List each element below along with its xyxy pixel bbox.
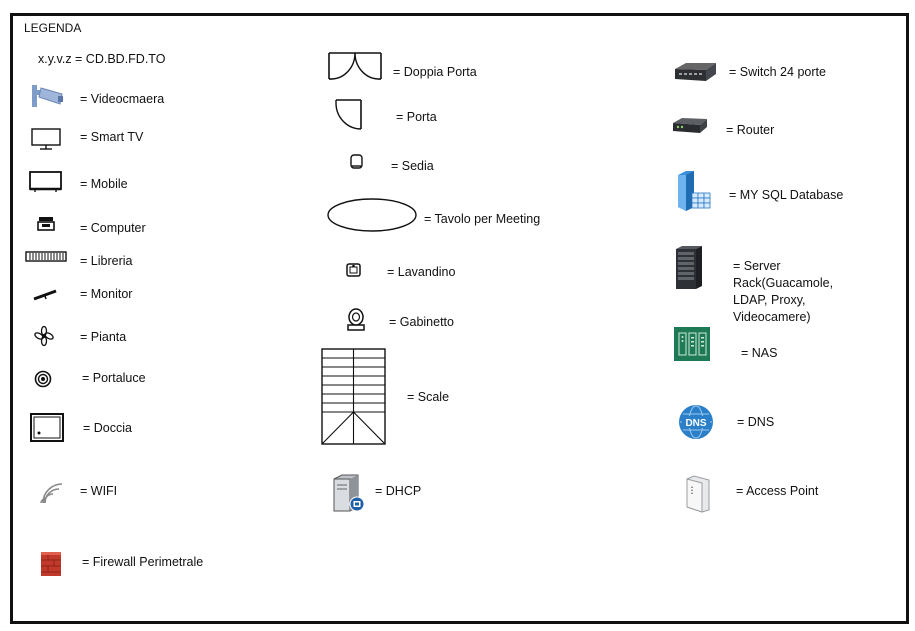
chair-icon (349, 153, 365, 171)
label-firewall: = Firewall Perimetrale (82, 555, 204, 569)
label-portaluce: = Portaluce (82, 371, 146, 385)
label-monitor: = Monitor (80, 287, 133, 301)
label-dhcp: = DHCP (375, 484, 422, 498)
label-database: = MY SQL Database (729, 188, 844, 202)
label-videocamera: = Videocmaera (80, 92, 165, 106)
monitor-icon (32, 288, 58, 302)
router-icon (670, 115, 710, 137)
legend-title: LEGENDA (24, 21, 82, 35)
sink-icon (346, 262, 362, 278)
label-libreria: = Libreria (80, 254, 133, 268)
label-smart-tv: = Smart TV (80, 130, 144, 144)
label-porta: = Porta (396, 110, 437, 124)
meeting-table-icon (326, 197, 418, 233)
plant-icon (34, 325, 54, 347)
label-wifi: = WIFI (80, 484, 118, 498)
svg-text:DNS: DNS (685, 418, 706, 429)
toilet-icon (346, 308, 366, 332)
shower-icon (30, 413, 64, 443)
label-lavandino: = Lavandino (387, 265, 456, 279)
label-computer: = Computer (80, 221, 146, 235)
cabinet-icon (29, 171, 63, 193)
lamp-icon (34, 370, 52, 388)
label-doppia-porta: = Doppia Porta (393, 65, 477, 79)
label-server-rack: = Server Rack(Guacamole, LDAP, Proxy, Vi… (733, 259, 834, 324)
label-tavolo-meeting: = Tavolo per Meeting (424, 212, 541, 226)
nas-icon (673, 326, 711, 362)
bookshelf-icon (25, 251, 67, 263)
wifi-icon (38, 480, 64, 506)
dhcp-server-icon (332, 473, 368, 513)
door-icon (335, 99, 363, 131)
database-icon (674, 169, 714, 213)
label-switch: = Switch 24 porte (729, 65, 826, 79)
address-format-note: x.y.v.z = CD.BD.FD.TO (38, 52, 166, 66)
label-nas: = NAS (741, 346, 778, 360)
computer-icon (37, 216, 55, 232)
server-rack-icon (674, 245, 704, 291)
label-scale: = Scale (407, 390, 450, 404)
label-access-point: = Access Point (736, 484, 819, 498)
security-camera-icon (30, 85, 66, 109)
label-router: = Router (726, 123, 775, 137)
label-dns: = DNS (737, 415, 775, 429)
stairs-icon (321, 348, 387, 446)
label-pianta: = Pianta (80, 330, 127, 344)
firewall-icon (40, 550, 62, 578)
label-mobile: = Mobile (80, 177, 128, 191)
dns-icon: DNS (678, 404, 714, 440)
double-door-icon (328, 52, 382, 82)
label-doccia: = Doccia (83, 421, 132, 435)
access-point-icon (684, 474, 712, 513)
smart-tv-icon (31, 128, 61, 150)
switch-icon (672, 61, 718, 85)
label-gabinetto: = Gabinetto (389, 315, 454, 329)
label-sedia: = Sedia (391, 159, 434, 173)
